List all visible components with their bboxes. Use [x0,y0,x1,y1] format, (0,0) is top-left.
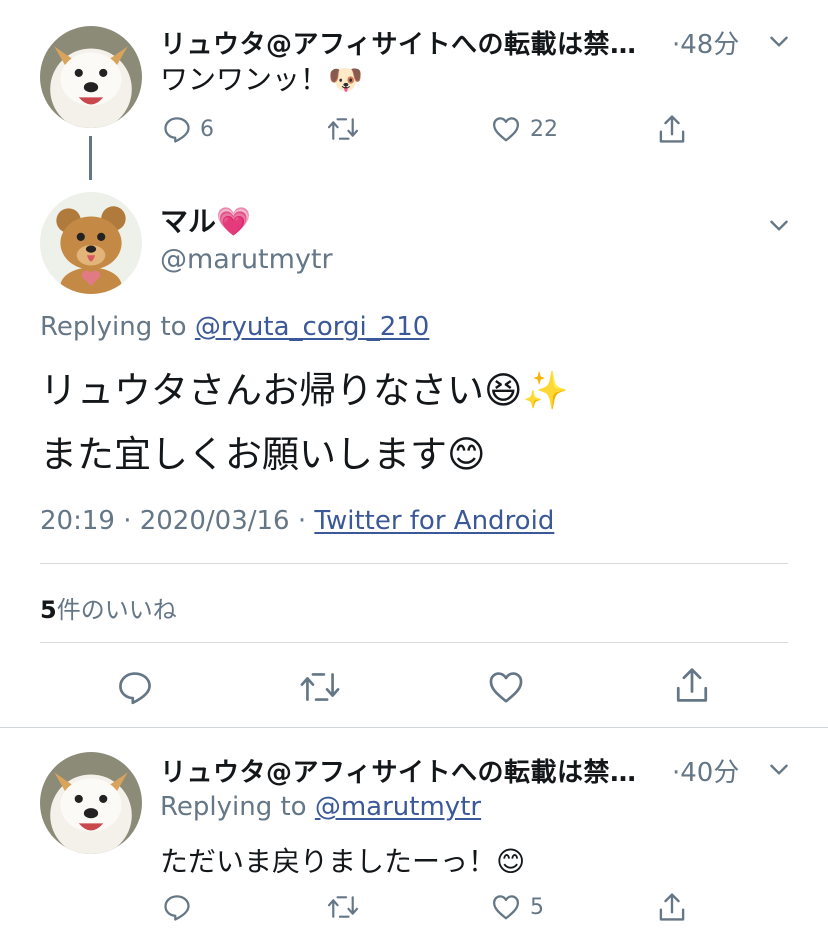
avatar-ryuta[interactable] [40,752,142,854]
like-count: 5 [530,894,544,920]
user-handle[interactable]: @marutmytr [160,244,333,275]
share-button[interactable] [656,890,688,924]
display-name[interactable]: マル💗 [160,200,251,240]
replying-to: Replying to @marutmytr [160,792,481,822]
tweet-text-line-1: リュウタさんお帰りなさい😆✨ [40,369,569,412]
share-icon [659,893,685,921]
retweet-icon [300,673,340,701]
chevron-down-icon[interactable] [766,212,792,238]
replying-to-link[interactable]: @ryuta_corgi_210 [195,312,429,342]
reply-button[interactable] [116,668,154,706]
replying-prefix: Replying to [160,792,315,822]
share-button[interactable] [672,664,712,706]
likes-label: 件のいいね [56,596,177,624]
retweet-icon [327,896,359,918]
divider [40,563,788,564]
likes-summary[interactable]: 5件のいいね [40,590,177,625]
reply-count: 6 [200,116,214,142]
tweet-time[interactable]: ·48分 [672,24,739,61]
avatar-maru[interactable] [40,192,142,294]
reply-icon [164,117,190,143]
retweet-icon [327,118,359,140]
tweet-author[interactable]: リュウタ@アフィサイトへの転載は禁… [160,24,636,61]
divider [40,642,788,643]
reply-icon [119,672,151,705]
tweet-text: ワンワンッ！🐶 [160,63,363,96]
like-icon [489,672,523,703]
tweet-text: ただいま戻りましたーっ！😊 [160,845,526,878]
tweet-time[interactable]: ·40分 [672,752,739,789]
tweet-timestamp: 20:19 · 2020/03/16 · [40,506,315,536]
tweet-author[interactable]: リュウタ@アフィサイトへの転載は禁… [160,752,636,789]
reply-icon [164,895,190,921]
replying-prefix: Replying to [40,312,195,342]
thread-connector [89,136,92,180]
like-button[interactable]: 22 [490,114,558,144]
reply-button[interactable] [162,892,200,922]
tweet-source-link[interactable]: Twitter for Android [314,506,554,536]
likes-number: 5 [40,596,57,624]
retweet-button[interactable] [326,114,368,144]
reply-button[interactable]: 6 [162,114,214,144]
tweet-timestamp-row: 20:19 · 2020/03/16 · Twitter for Android [40,506,554,536]
share-icon [659,115,685,143]
avatar-ryuta[interactable] [40,26,142,128]
like-icon [493,895,519,920]
replying-to: Replying to @ryuta_corgi_210 [40,312,429,342]
replying-to-link[interactable]: @marutmytr [315,792,481,822]
chevron-down-icon[interactable] [766,28,792,54]
share-button[interactable] [656,112,688,146]
tweet-text-line-2: また宜しくお願いします😊 [40,433,486,476]
share-icon [676,668,708,702]
retweet-button[interactable] [326,892,368,922]
like-button[interactable] [486,668,526,706]
retweet-button[interactable] [298,668,342,706]
like-icon [493,117,519,142]
like-button[interactable]: 5 [490,892,544,922]
chevron-down-icon[interactable] [766,756,792,782]
like-count: 22 [530,116,558,142]
divider [0,727,828,728]
